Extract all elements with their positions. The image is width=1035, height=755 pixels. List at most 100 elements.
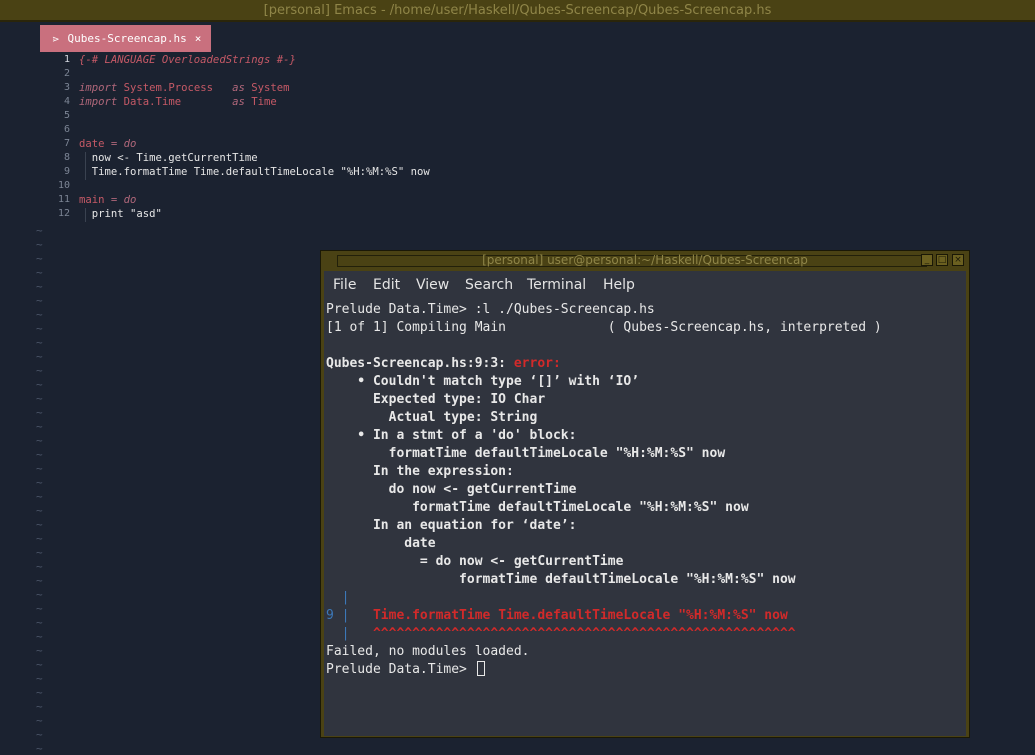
empty-line-marker: ~ — [36, 280, 43, 293]
terminal-line: • Couldn't match type ‘[]’ with ‘IO’ — [326, 374, 640, 389]
empty-line-marker: ~ — [36, 392, 43, 405]
code-line-7: date = do — [79, 138, 137, 150]
menu-file[interactable]: File — [333, 277, 356, 293]
empty-line-marker: ~ — [36, 742, 43, 755]
terminal-line: formatTime defaultTimeLocale "%H:%M:%S" … — [326, 572, 796, 587]
terminal-line: Qubes-Screencap.hs:9:3: error: — [326, 356, 561, 371]
emacs-title: [personal] Emacs - /home/user/Haskell/Qu… — [263, 3, 772, 18]
empty-line-marker: ~ — [36, 476, 43, 489]
empty-line-marker: ~ — [36, 420, 43, 433]
terminal-line: date — [326, 536, 436, 551]
empty-line-marker: ~ — [36, 378, 43, 391]
terminal-line: Prelude Data.Time> :l ./Qubes-Screencap.… — [326, 302, 655, 317]
menu-terminal[interactable]: Terminal — [527, 277, 586, 293]
empty-line-marker: ~ — [36, 560, 43, 573]
terminal-titlebar[interactable]: [personal] user@personal:~/Haskell/Qubes… — [321, 251, 969, 271]
indent-guide — [85, 152, 86, 180]
tab-bar: ⋗ Qubes-Screencap.hs × — [0, 22, 1035, 52]
line-number: 6 — [63, 124, 70, 135]
empty-line-marker: ~ — [36, 630, 43, 643]
empty-line-marker: ~ — [36, 490, 43, 503]
close-button[interactable]: × — [952, 254, 964, 266]
haskell-icon: ⋗ — [52, 35, 60, 45]
empty-line-marker: ~ — [36, 686, 43, 699]
menu-edit[interactable]: Edit — [373, 277, 400, 293]
line-number: 10 — [57, 180, 70, 191]
empty-line-marker: ~ — [36, 448, 43, 461]
empty-line-marker: ~ — [36, 672, 43, 685]
line-number: 11 — [57, 194, 70, 205]
indent-guide — [85, 208, 86, 222]
empty-line-marker: ~ — [36, 644, 43, 657]
empty-line-marker: ~ — [36, 350, 43, 363]
line-number-gutter: 1 2 3 4 5 6 7 8 9 10 11 12 ~ ~ ~ ~ ~ ~ ~ ~ ~ ~ ~ ~ ~… — [0, 52, 76, 755]
menu-search[interactable]: Search — [465, 277, 513, 293]
terminal-line: | — [326, 590, 350, 605]
line-number: 1 — [63, 54, 70, 65]
line-number: 12 — [57, 208, 70, 219]
tab-close-icon[interactable]: × — [195, 32, 202, 45]
empty-line-marker: ~ — [36, 434, 43, 447]
line-number: 8 — [63, 152, 70, 163]
tab-label: Qubes-Screencap.hs — [67, 32, 187, 45]
line-number: 3 — [63, 82, 70, 93]
terminal-line: Failed, no modules loaded. — [326, 644, 530, 659]
empty-line-marker: ~ — [36, 364, 43, 377]
terminal-body[interactable]: File Edit View Search Terminal Help Prel… — [324, 271, 966, 736]
line-number: 9 — [63, 166, 70, 177]
terminal-line: | ^^^^^^^^^^^^^^^^^^^^^^^^^^^^^^^^^^^^^^… — [326, 626, 796, 641]
maximize-button[interactable]: □ — [936, 254, 948, 266]
terminal-line: do now <- getCurrentTime — [326, 482, 577, 497]
line-number: 5 — [63, 110, 70, 121]
terminal-line: = do now <- getCurrentTime — [326, 554, 624, 569]
empty-line-marker: ~ — [36, 700, 43, 713]
empty-line-marker: ~ — [36, 532, 43, 545]
terminal-line: Actual type: String — [326, 410, 538, 425]
menu-view[interactable]: View — [416, 277, 449, 293]
empty-line-marker: ~ — [36, 224, 43, 237]
menu-bar: File Edit View Search Terminal Help — [324, 271, 966, 301]
terminal-window[interactable]: [personal] user@personal:~/Haskell/Qubes… — [320, 250, 970, 738]
code-line-1: {-# LANGUAGE OverloadedStrings #-} — [79, 54, 296, 66]
code-line-4: import Data.Time as Time — [79, 96, 277, 108]
line-number: 4 — [63, 96, 70, 107]
terminal-line: In the expression: — [326, 464, 514, 479]
code-line-9: Time.formatTime Time.defaultTimeLocale "… — [79, 166, 430, 178]
terminal-line: In an equation for ‘date’: — [326, 518, 577, 533]
line-number: 2 — [63, 68, 70, 79]
empty-line-marker: ~ — [36, 574, 43, 587]
empty-line-marker: ~ — [36, 504, 43, 517]
empty-line-marker: ~ — [36, 602, 43, 615]
empty-line-marker: ~ — [36, 658, 43, 671]
empty-line-marker: ~ — [36, 252, 43, 265]
terminal-line: formatTime defaultTimeLocale "%H:%M:%S" … — [326, 500, 749, 515]
code-line-11: main = do — [79, 194, 137, 206]
terminal-prompt[interactable]: Prelude Data.Time> — [326, 661, 485, 679]
empty-line-marker: ~ — [36, 616, 43, 629]
terminal-line: • In a stmt of a 'do' block: — [326, 428, 577, 443]
code-line-12: print "asd" — [79, 208, 162, 220]
terminal-line: [1 of 1] Compiling Main ( Qubes-Screenca… — [326, 320, 882, 335]
empty-line-marker: ~ — [36, 336, 43, 349]
empty-line-marker: ~ — [36, 518, 43, 531]
empty-line-marker: ~ — [36, 266, 43, 279]
menu-help[interactable]: Help — [603, 277, 635, 293]
terminal-line: Expected type: IO Char — [326, 392, 546, 407]
empty-line-marker: ~ — [36, 238, 43, 251]
terminal-title: [personal] user@personal:~/Haskell/Qubes… — [482, 253, 808, 267]
empty-line-marker: ~ — [36, 294, 43, 307]
tab-qubes-screencap[interactable]: ⋗ Qubes-Screencap.hs × — [40, 25, 212, 52]
code-line-3: import System.Process as System — [79, 82, 290, 94]
empty-line-marker: ~ — [36, 406, 43, 419]
empty-line-marker: ~ — [36, 546, 43, 559]
empty-line-marker: ~ — [36, 322, 43, 335]
cursor — [476, 661, 485, 676]
empty-line-marker: ~ — [36, 308, 43, 321]
emacs-titlebar: [personal] Emacs - /home/user/Haskell/Qu… — [0, 0, 1035, 22]
empty-line-marker: ~ — [36, 714, 43, 727]
minimize-button[interactable]: _ — [921, 254, 933, 266]
empty-line-marker: ~ — [36, 462, 43, 475]
line-number: 7 — [63, 138, 70, 149]
terminal-line: 9 | Time.formatTime Time.defaultTimeLoca… — [326, 608, 788, 623]
empty-line-marker: ~ — [36, 728, 43, 741]
